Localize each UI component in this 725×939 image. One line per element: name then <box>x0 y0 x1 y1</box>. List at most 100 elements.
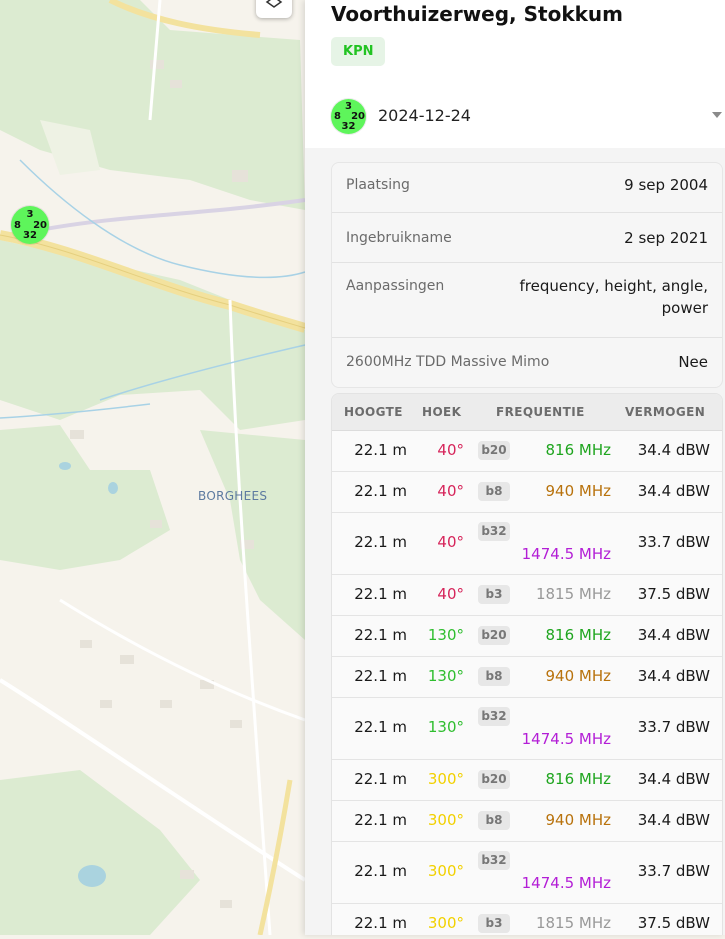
info-row-aanpassingen: Aanpassingen frequency, height, angle, p… <box>332 263 722 338</box>
date-selector[interactable]: 3 8 20 32 2024-12-24 <box>305 88 725 148</box>
table-row: 22.1 m 40° b20 816 MHz 34.4 dBW <box>332 431 722 472</box>
angle-cell: 300° <box>427 770 464 788</box>
band-badge: b8 <box>478 667 510 686</box>
angle-cell: 40° <box>437 585 464 603</box>
band-badge: b8 <box>478 811 510 830</box>
frequency-cell: 816 MHz <box>545 441 612 459</box>
frequency-cell: 1474.5 MHz <box>521 730 611 748</box>
frequency-cell: 1815 MHz <box>535 585 611 603</box>
height-cell: 22.1 m <box>354 914 407 932</box>
height-cell: 22.1 m <box>354 585 407 603</box>
site-info-list: Plaatsing 9 sep 2004 Ingebruikname 2 sep… <box>331 162 723 388</box>
info-row-ingebruikname: Ingebruikname 2 sep 2021 <box>332 213 722 263</box>
info-label: Plaatsing <box>346 177 410 193</box>
power-cell: 34.4 dBW <box>637 770 710 788</box>
date-cluster-icon: 3 8 20 32 <box>331 99 366 134</box>
table-row: 22.1 m 40° b3 1815 MHz 37.5 dBW <box>332 575 722 616</box>
info-row-plaatsing: Plaatsing 9 sep 2004 <box>332 163 722 213</box>
column-header-frequency: FREQUENTIE <box>496 405 585 419</box>
column-header-height: HOOGTE <box>344 405 403 419</box>
frequency-cell: 816 MHz <box>545 770 612 788</box>
info-value: frequency, height, angle, power <box>519 277 708 317</box>
angle-cell: 300° <box>427 862 464 880</box>
band-badge: b3 <box>478 585 510 604</box>
site-cluster-marker[interactable]: 3 8 20 32 <box>11 206 49 244</box>
info-value: Nee <box>678 353 708 371</box>
frequency-cell: 1474.5 MHz <box>521 545 611 563</box>
table-row: 22.1 m 300° b3 1815 MHz 37.5 dBW <box>332 904 722 935</box>
info-row-massive-mimo: 2600MHz TDD Massive Mimo Nee <box>332 338 722 387</box>
power-cell: 37.5 dBW <box>637 585 710 603</box>
power-cell: 34.4 dBW <box>637 811 710 829</box>
table-row: 22.1 m 300° b8 940 MHz 34.4 dBW <box>332 801 722 842</box>
band-badge: b20 <box>478 770 510 789</box>
info-value: 2 sep 2021 <box>624 229 708 247</box>
info-label: 2600MHz TDD Massive Mimo <box>346 354 550 370</box>
frequency-cell: 816 MHz <box>545 626 612 644</box>
site-title: Voorthuizerweg, Stokkum <box>331 2 623 26</box>
table-row: 22.1 m 130° b8 940 MHz 34.4 dBW <box>332 657 722 698</box>
band-badge: b3 <box>478 914 510 933</box>
band-badge: b20 <box>478 626 510 645</box>
angle-cell: 40° <box>437 441 464 459</box>
cluster-count-left: 8 <box>334 111 341 122</box>
table-header: HOOGTE HOEK FREQUENTIE VERMOGEN <box>332 394 722 431</box>
table-row: 22.1 m 40° b8 940 MHz 34.4 dBW <box>332 472 722 513</box>
operator-badge: KPN <box>331 37 386 66</box>
table-row: 22.1 m 300° b20 816 MHz 34.4 dBW <box>332 760 722 801</box>
panel-header: Voorthuizerweg, Stokkum KPN <box>305 0 725 88</box>
band-badge: b32 <box>478 522 510 541</box>
column-header-angle: HOEK <box>422 405 462 419</box>
power-cell: 37.5 dBW <box>637 914 710 932</box>
frequency-cell: 940 MHz <box>545 482 612 500</box>
angle-cell: 130° <box>427 718 464 736</box>
height-cell: 22.1 m <box>354 770 407 788</box>
frequency-cell: 1474.5 MHz <box>521 874 611 892</box>
frequency-cell: 1815 MHz <box>535 914 611 932</box>
angle-cell: 300° <box>427 914 464 932</box>
cluster-count-bottom: 32 <box>23 230 37 241</box>
power-cell: 33.7 dBW <box>637 533 710 551</box>
layers-button[interactable] <box>256 0 292 18</box>
selected-date: 2024-12-24 <box>378 106 471 125</box>
frequency-cell: 940 MHz <box>545 667 612 685</box>
band-badge: b32 <box>478 707 510 726</box>
power-cell: 33.7 dBW <box>637 862 710 880</box>
chevron-down-icon <box>712 112 722 118</box>
height-cell: 22.1 m <box>354 533 407 551</box>
angle-cell: 130° <box>427 626 464 644</box>
map-place-label: BORGHEES <box>198 489 268 503</box>
height-cell: 22.1 m <box>354 862 407 880</box>
height-cell: 22.1 m <box>354 811 407 829</box>
power-cell: 34.4 dBW <box>637 626 710 644</box>
band-badge: b8 <box>478 482 510 501</box>
layers-icon <box>265 0 283 8</box>
angle-cell: 40° <box>437 533 464 551</box>
band-badge: b20 <box>478 441 510 460</box>
info-label: Ingebruikname <box>346 230 452 246</box>
table-row: 22.1 m 130° b20 816 MHz 34.4 dBW <box>332 616 722 657</box>
height-cell: 22.1 m <box>354 626 407 644</box>
power-cell: 34.4 dBW <box>637 482 710 500</box>
table-row: 22.1 m 130° b32 1474.5 MHz 33.7 dBW <box>332 698 722 760</box>
info-value: 9 sep 2004 <box>624 176 708 194</box>
frequency-cell: 940 MHz <box>545 811 612 829</box>
table-body: 22.1 m 40° b20 816 MHz 34.4 dBW 22.1 m 40° b8 94… <box>332 431 722 935</box>
angle-cell: 300° <box>427 811 464 829</box>
height-cell: 22.1 m <box>354 667 407 685</box>
angle-cell: 130° <box>427 667 464 685</box>
info-label: Aanpassingen <box>346 278 445 294</box>
height-cell: 22.1 m <box>354 482 407 500</box>
power-cell: 34.4 dBW <box>637 441 710 459</box>
height-cell: 22.1 m <box>354 718 407 736</box>
power-cell: 34.4 dBW <box>637 667 710 685</box>
site-details-panel: Voorthuizerweg, Stokkum KPN 3 8 20 32 20… <box>305 0 725 935</box>
angle-cell: 40° <box>437 482 464 500</box>
cluster-count-left: 8 <box>14 220 21 231</box>
table-row: 22.1 m 40° b32 1474.5 MHz 33.7 dBW <box>332 513 722 575</box>
power-cell: 33.7 dBW <box>637 718 710 736</box>
height-cell: 22.1 m <box>354 441 407 459</box>
antenna-table: HOOGTE HOEK FREQUENTIE VERMOGEN 22.1 m 40… <box>331 393 723 935</box>
table-row: 22.1 m 300° b32 1474.5 MHz 33.7 dBW <box>332 842 722 904</box>
cluster-count-bottom: 32 <box>341 121 356 132</box>
